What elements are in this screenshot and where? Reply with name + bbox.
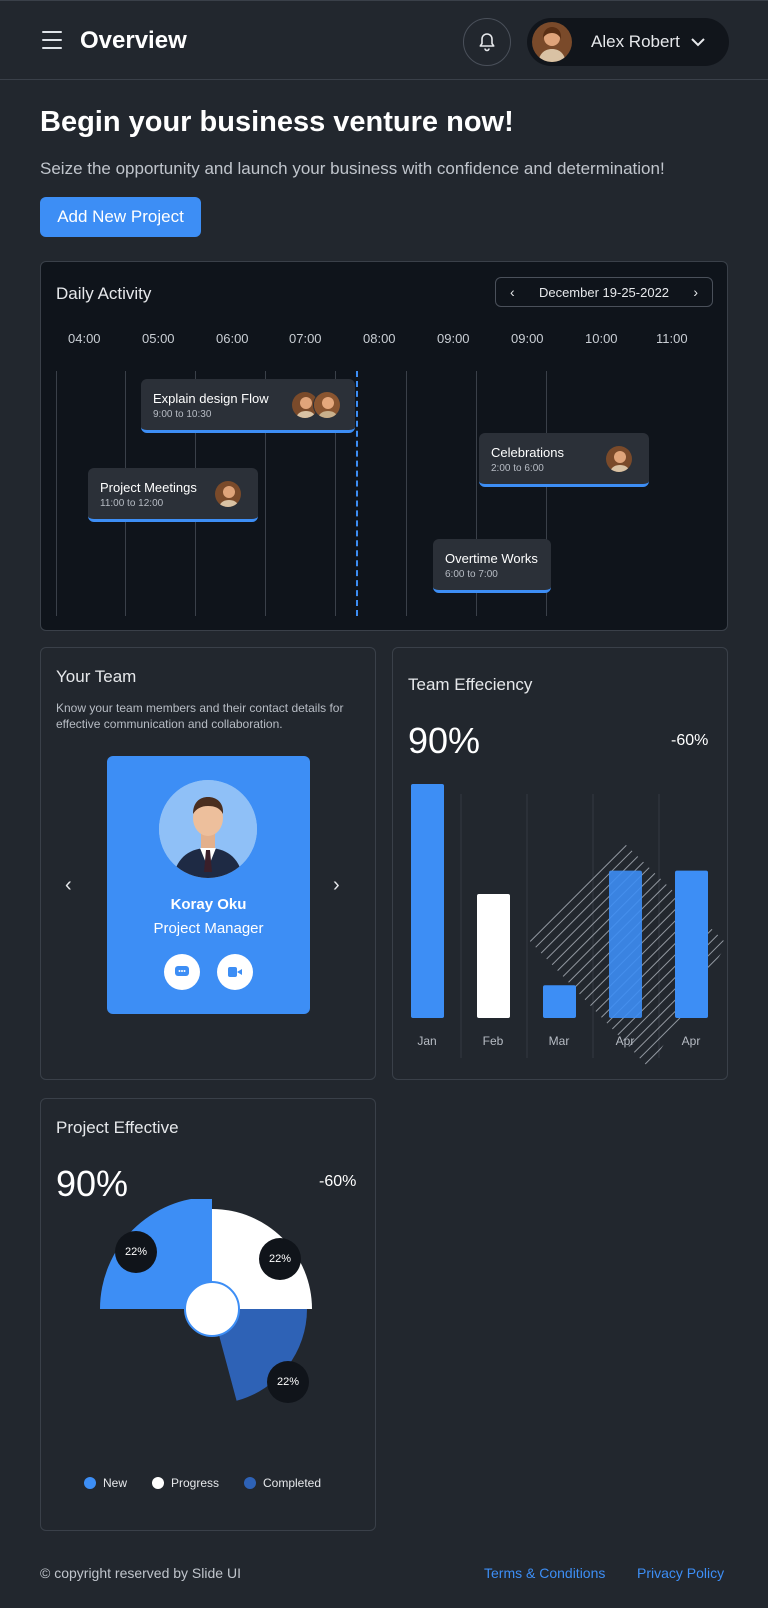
date-range-label: December 19-25-2022 <box>538 284 670 300</box>
team-efficiency-card: Team Effeciency 90% -60% Jan Feb Mar Apr Apr <box>392 647 728 1080</box>
time-label: 08:00 <box>363 331 396 346</box>
chevron-left-icon[interactable]: ‹ <box>65 874 72 897</box>
project-effective-title: Project Effective <box>56 1118 179 1137</box>
message-button[interactable] <box>164 954 200 990</box>
video-call-button[interactable] <box>217 954 253 990</box>
pie-value-label: 22% <box>259 1238 301 1280</box>
event-explain-design-flow[interactable]: Explain design Flow 9:00 to 10:30 <box>141 379 355 433</box>
event-title: Explain design Flow <box>153 391 269 406</box>
top-bar: Overview Alex Robert <box>0 0 768 80</box>
daily-activity-title: Daily Activity <box>56 284 152 303</box>
add-new-project-button[interactable]: Add New Project <box>40 197 201 237</box>
attendee-avatar <box>313 391 341 419</box>
event-time: 2:00 to 6:00 <box>491 463 544 474</box>
privacy-link[interactable]: Privacy Policy <box>637 1565 724 1581</box>
bar-mar <box>543 985 576 1018</box>
event-project-meetings[interactable]: Project Meetings 11:00 to 12:00 <box>88 468 258 522</box>
legend-label: New <box>103 1476 128 1490</box>
event-title: Celebrations <box>491 445 564 460</box>
pie-value-label: 22% <box>267 1361 309 1403</box>
event-time: 6:00 to 7:00 <box>445 569 498 580</box>
bell-icon <box>479 33 495 52</box>
event-time: 9:00 to 10:30 <box>153 409 212 420</box>
legend-item-completed: Completed <box>244 1476 321 1490</box>
legend-dot <box>84 1477 96 1489</box>
x-tick-label: Feb <box>482 1034 504 1048</box>
your-team-title: Your Team <box>56 667 137 686</box>
chevron-down-icon <box>691 37 705 46</box>
project-effective-card: Project Effective 90% -60% 22% 22% 22% N… <box>40 1098 376 1531</box>
chevron-right-icon[interactable]: › <box>693 284 698 300</box>
chevron-left-icon[interactable]: ‹ <box>510 284 515 300</box>
hero-subtitle: Seize the opportunity and launch your bu… <box>40 159 665 178</box>
legend-item-new: New <box>84 1476 127 1490</box>
legend-dot <box>152 1477 164 1489</box>
event-title: Overtime Works <box>445 551 538 566</box>
x-tick-label: Mar <box>548 1034 570 1048</box>
your-team-card: Your Team Know your team members and the… <box>40 647 376 1080</box>
bar-jan <box>411 784 444 1018</box>
time-label: 06:00 <box>216 331 249 346</box>
user-avatar <box>532 22 572 62</box>
attendee-avatar <box>605 445 633 473</box>
legend-label: Progress <box>171 1476 220 1490</box>
chevron-right-icon[interactable]: › <box>333 874 340 897</box>
terms-link[interactable]: Terms & Conditions <box>484 1565 605 1581</box>
attendee-avatar <box>214 480 242 508</box>
bar-apr <box>675 870 708 1018</box>
member-photo <box>159 780 257 878</box>
date-range-picker[interactable]: ‹ December 19-25-2022 › <box>495 277 713 307</box>
project-change: -60% <box>319 1173 357 1190</box>
daily-activity-card: Daily Activity ‹ December 19-25-2022 › 0… <box>40 261 728 631</box>
footer-copyright: © copyright reserved by Slide UI <box>40 1565 241 1581</box>
hero-title: Begin your business venture now! <box>40 106 514 138</box>
x-tick-label: Apr <box>615 1034 635 1048</box>
time-label: 09:00 <box>511 331 544 346</box>
pie-center <box>184 1281 240 1337</box>
current-time-line <box>356 371 358 616</box>
project-pie-chart <box>100 1199 312 1401</box>
video-icon <box>228 967 242 977</box>
bar-feb <box>477 893 510 1018</box>
event-time: 11:00 to 12:00 <box>100 498 164 509</box>
user-menu[interactable]: Alex Robert <box>527 18 729 66</box>
bar-apr <box>609 870 642 1018</box>
event-celebrations[interactable]: Celebrations 2:00 to 6:00 <box>479 433 649 487</box>
team-member-card[interactable]: Koray Oku Project Manager <box>107 756 310 1014</box>
efficiency-bar-chart <box>411 784 727 1068</box>
time-label: 11:00 <box>656 331 688 346</box>
grid-line <box>406 371 407 616</box>
time-label: 09:00 <box>437 331 470 346</box>
time-label: 07:00 <box>289 331 322 346</box>
member-role: Project Manager <box>153 920 264 937</box>
your-team-description: Know your team members and their contact… <box>56 701 344 731</box>
time-label: 04:00 <box>68 331 101 346</box>
legend-item-progress: Progress <box>152 1476 219 1490</box>
time-label: 10:00 <box>585 331 618 346</box>
member-name: Koray Oku <box>170 896 247 913</box>
event-title: Project Meetings <box>100 480 197 495</box>
legend-dot <box>244 1477 256 1489</box>
notification-button[interactable] <box>463 18 511 66</box>
x-tick-label: Apr <box>681 1034 701 1048</box>
time-label: 05:00 <box>142 331 175 346</box>
hamburger-menu-icon[interactable] <box>42 31 62 49</box>
grid-line <box>56 371 57 616</box>
legend-label: Completed <box>263 1476 322 1490</box>
x-tick-label: Jan <box>417 1034 437 1048</box>
event-overtime-works[interactable]: Overtime Works 6:00 to 7:00 <box>433 539 551 593</box>
page-title: Overview <box>80 27 187 54</box>
chat-icon <box>175 966 189 976</box>
user-name: Alex Robert <box>591 32 680 51</box>
pie-value-label: 22% <box>115 1231 157 1273</box>
